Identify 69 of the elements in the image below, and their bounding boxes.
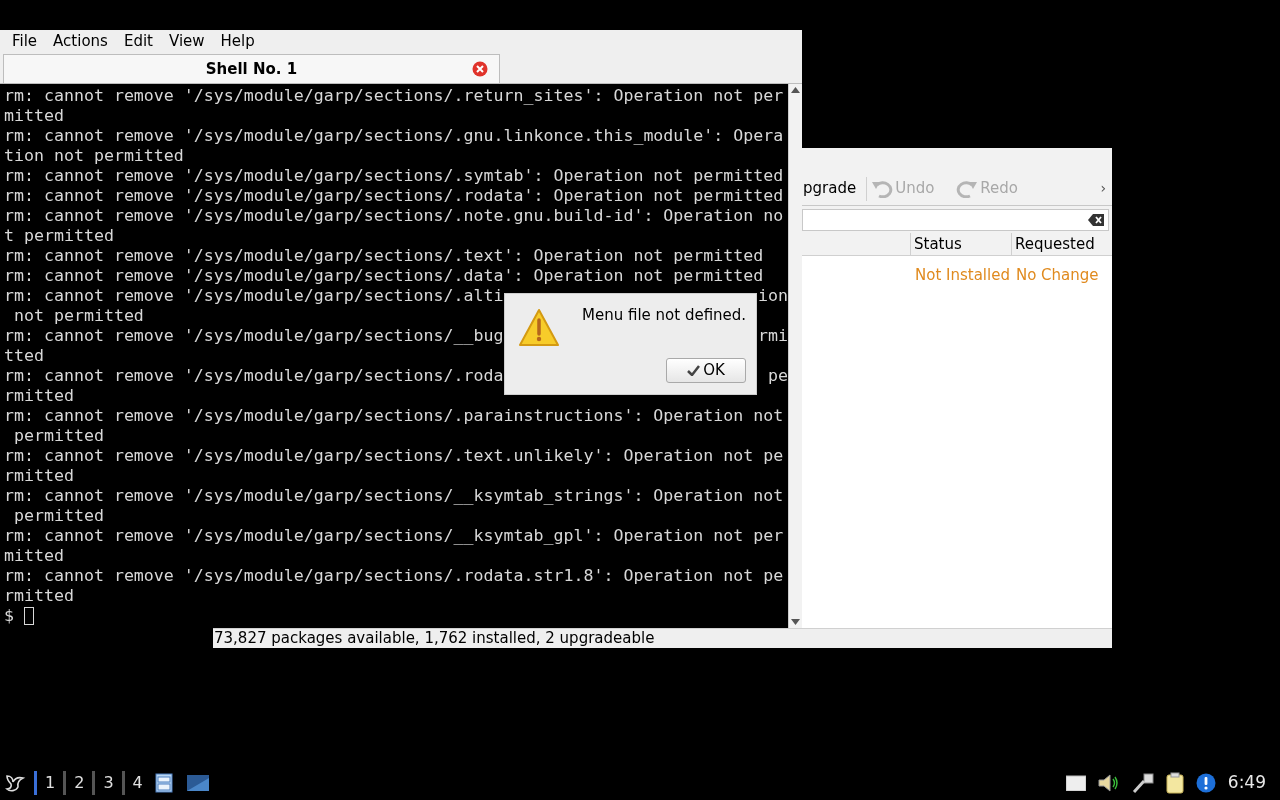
terminal-line: tion not permitted bbox=[4, 146, 184, 166]
search-field[interactable] bbox=[802, 209, 1109, 231]
menu-item[interactable]: Edit bbox=[115, 29, 161, 53]
dialog-message: Menu file not defined. bbox=[582, 305, 747, 326]
column-header[interactable]: Requested bbox=[1011, 233, 1112, 255]
prompt: $ bbox=[4, 606, 14, 626]
menu-item[interactable]: Actions bbox=[45, 29, 116, 53]
scrollbar[interactable] bbox=[788, 84, 802, 628]
ok-button[interactable]: OK bbox=[666, 358, 746, 383]
menu-item[interactable]: View bbox=[160, 29, 213, 53]
terminal-line: rmitted bbox=[4, 386, 74, 406]
terminal-line: rmitted bbox=[4, 586, 74, 606]
terminal-line: rm: cannot remove '/sys/module/garp/sections/.note.gnu.build-id': Operation no bbox=[4, 206, 784, 226]
terminal-line: rm: cannot remove '/sys/module/garp/sections/.symtab': Operation not permitted bbox=[4, 166, 784, 186]
terminal-line: rm: cannot remove '/sys/module/garp/sections/.alti bbox=[4, 286, 504, 306]
clear-icon[interactable] bbox=[1088, 214, 1104, 226]
column-header[interactable]: Status bbox=[910, 233, 1011, 255]
terminal-line: mitted bbox=[4, 106, 64, 126]
terminal-line: rm: cannot remove '/sys/module/garp/sections/.return_sites': Operation not per bbox=[4, 86, 784, 106]
terminal-line: not permitted bbox=[13, 306, 144, 326]
redo-icon bbox=[956, 179, 979, 198]
terminal-line: rmitted bbox=[4, 466, 74, 486]
scroll-down-icon[interactable] bbox=[791, 619, 800, 625]
clipboard-icon[interactable] bbox=[1165, 772, 1184, 794]
launcher-icon[interactable] bbox=[4, 772, 26, 794]
table-cell-text: No Change bbox=[1015, 265, 1099, 286]
status-text: 73,827 packages available, 1,762 installed, 2 upgradeable bbox=[213, 628, 655, 650]
toolbar-button[interactable]: pgrade bbox=[803, 173, 863, 204]
terminal-line: rm: cannot remove '/sys/module/garp/sections/__bug bbox=[4, 326, 504, 346]
terminal-line: rm: cannot remove '/sys/module/garp/sections/.roda bbox=[4, 366, 504, 386]
terminal-line: rmi bbox=[758, 326, 788, 346]
terminal-line: ion bbox=[758, 286, 788, 306]
warning-icon bbox=[518, 308, 560, 348]
monitor-icon[interactable] bbox=[186, 775, 209, 791]
desktop-button[interactable]: 4 bbox=[132, 771, 143, 795]
terminal-line: pe bbox=[768, 366, 788, 386]
overflow-button[interactable]: › bbox=[1100, 178, 1106, 199]
scroll-up-icon[interactable] bbox=[791, 87, 800, 93]
desktop-button[interactable]: 2 bbox=[74, 771, 85, 795]
menu-item[interactable]: File bbox=[4, 29, 46, 53]
undo-icon bbox=[871, 179, 894, 198]
terminal-line: rm: cannot remove '/sys/module/garp/sections/.text': Operation not permitted bbox=[4, 246, 764, 266]
close-icon[interactable] bbox=[472, 61, 488, 77]
menu-item[interactable]: Help bbox=[212, 29, 263, 53]
drive-icon[interactable] bbox=[1065, 775, 1086, 791]
terminal-line: permitted bbox=[13, 426, 104, 446]
desktop-button[interactable]: 3 bbox=[103, 771, 114, 795]
file-cabinet-icon[interactable] bbox=[154, 773, 173, 793]
terminal-line: rm: cannot remove '/sys/module/garp/sections/.parainstructions': Operation not bbox=[4, 406, 784, 426]
info-icon[interactable] bbox=[1195, 773, 1216, 793]
terminal-line: rm: cannot remove '/sys/module/garp/sections/.data': Operation not permitted bbox=[4, 266, 764, 286]
desktop-button[interactable]: 1 bbox=[45, 771, 56, 795]
terminal-line: rm: cannot remove '/sys/module/garp/sections/.text.unlikely': Operation not pe bbox=[4, 446, 784, 466]
terminal-line: permitted bbox=[13, 506, 104, 526]
terminal-line: t permitted bbox=[4, 226, 114, 246]
terminal-line: rm: cannot remove '/sys/module/garp/sections/.rodata.str1.8': Operation not pe bbox=[4, 566, 784, 586]
table-cell-text: Not Installed bbox=[915, 265, 1010, 286]
terminal-line: rm: cannot remove '/sys/module/garp/sections/__ksymtab_gpl': Operation not per bbox=[4, 526, 784, 546]
check-icon bbox=[687, 365, 701, 376]
volume-icon[interactable] bbox=[1097, 774, 1120, 792]
terminal-line: rm: cannot remove '/sys/module/garp/sections/.rodata': Operation not permitted bbox=[4, 186, 784, 206]
terminal-line: tted bbox=[4, 346, 44, 366]
terminal-line: mitted bbox=[4, 546, 64, 566]
terminal-line: rm: cannot remove '/sys/module/garp/sections/__ksymtab_strings': Operation not bbox=[4, 486, 784, 506]
clock: 6:49 bbox=[1227, 771, 1266, 795]
network-cable-icon[interactable] bbox=[1131, 773, 1154, 793]
cursor bbox=[24, 607, 34, 625]
tab[interactable]: Shell No. 1 bbox=[3, 54, 500, 83]
terminal-line: rm: cannot remove '/sys/module/garp/sections/.gnu.linkonce.this_module': Opera bbox=[4, 126, 784, 146]
